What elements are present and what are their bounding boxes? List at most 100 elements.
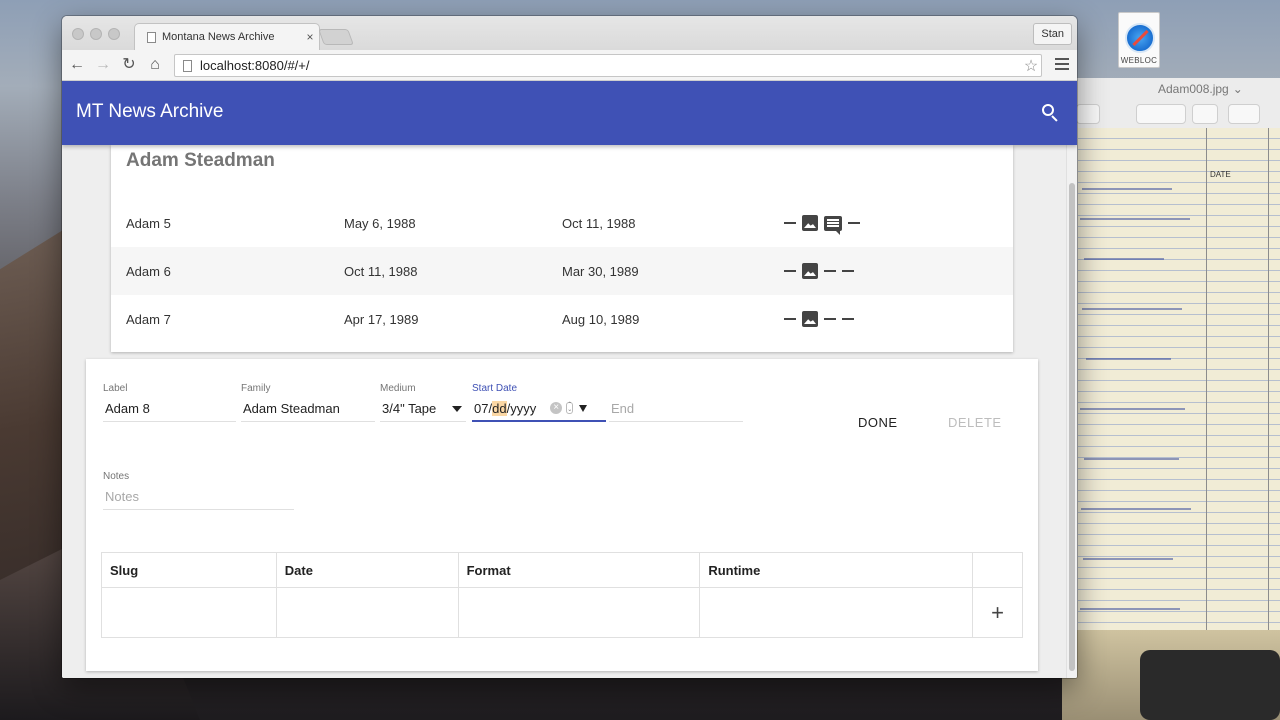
address-bar[interactable]: localhost:8080/#/+/ ☆: [174, 54, 1042, 77]
scrollbar-thumb[interactable]: [1069, 183, 1075, 671]
family-field[interactable]: Family Adam Steadman: [241, 383, 375, 422]
back-arrow-icon[interactable]: ←: [67, 55, 87, 75]
dash-icon: [824, 270, 836, 272]
end-date-input[interactable]: End: [609, 396, 743, 422]
date-day-segment[interactable]: dd: [492, 400, 507, 416]
chevron-down-icon[interactable]: ⌄: [1233, 82, 1243, 96]
notes-field-label: Notes: [103, 471, 130, 482]
column-header-format[interactable]: Format: [457, 552, 701, 588]
tape-label: Adam 5: [126, 215, 171, 231]
profile-button[interactable]: Stan: [1033, 23, 1072, 45]
rotate-icon[interactable]: [1192, 104, 1218, 124]
home-icon[interactable]: ⌂: [145, 55, 165, 75]
tape-start-date: Oct 11, 1988: [344, 263, 418, 279]
start-date-field[interactable]: Start Date 07 / dd / yyyy × ⌃ ⌄: [472, 383, 606, 422]
delete-button[interactable]: DELETE: [948, 415, 1002, 430]
label-field-label: Label: [103, 383, 128, 394]
minimize-window-button[interactable]: [90, 28, 102, 40]
dash-icon: [842, 270, 854, 272]
tape-end-date: Mar 30, 1989: [562, 263, 639, 279]
date-spinner-icon[interactable]: ⌃ ⌄: [566, 402, 574, 414]
dash-icon: [842, 318, 854, 320]
new-tab-button[interactable]: [318, 29, 354, 45]
ledger-image: DATE: [1078, 128, 1280, 678]
clear-date-icon[interactable]: ×: [550, 402, 563, 414]
column-header-actions: [972, 552, 1023, 588]
family-input[interactable]: Adam Steadman: [241, 396, 375, 422]
notes-input[interactable]: Notes: [103, 484, 294, 510]
tape-end-date: Oct 11, 1988: [562, 215, 636, 231]
close-icon[interactable]: ×: [301, 30, 319, 44]
app-bar: MT News Archive: [62, 81, 1077, 145]
medium-value: 3/4" Tape: [382, 401, 437, 416]
scrollbar[interactable]: [1066, 145, 1077, 678]
add-slug-button[interactable]: +: [972, 587, 1023, 638]
date-picker-dropdown-icon[interactable]: [579, 404, 588, 412]
tab-title: Montana News Archive: [162, 31, 275, 43]
notes-field[interactable]: Notes Notes: [103, 471, 294, 510]
tape-status-icons: [784, 263, 854, 279]
browser-window: Montana News Archive × Stan ← → ↻ ⌂ loca…: [62, 16, 1077, 678]
preview-window: Adam008.jpg ⌄ DATE: [1062, 78, 1280, 720]
share-icon[interactable]: [1076, 104, 1100, 124]
dash-icon: [784, 270, 796, 272]
label-field[interactable]: Label Adam 8: [103, 383, 236, 422]
done-button[interactable]: DONE: [858, 415, 898, 430]
app-title: MT News Archive: [76, 101, 224, 122]
markup-icon[interactable]: [1136, 104, 1186, 124]
date-year-segment[interactable]: yyyy: [510, 401, 536, 416]
start-date-input[interactable]: 07 / dd / yyyy × ⌃ ⌄: [472, 396, 606, 422]
ledger-date-header: DATE: [1210, 170, 1231, 179]
tape-window: [1140, 650, 1280, 720]
end-date-field[interactable]: End: [609, 383, 743, 422]
new-slug-cell[interactable]: [101, 587, 277, 638]
close-window-button[interactable]: [72, 28, 84, 40]
column-header-slug[interactable]: Slug: [101, 552, 277, 588]
dash-icon: [824, 318, 836, 320]
page-icon: [147, 31, 156, 43]
table-row[interactable]: Adam 6 Oct 11, 1988 Mar 30, 1989: [111, 247, 1013, 295]
family-field-label: Family: [241, 383, 271, 394]
forward-arrow-icon[interactable]: →: [93, 55, 113, 75]
new-runtime-cell[interactable]: [699, 587, 974, 638]
column-header-date[interactable]: Date: [275, 552, 459, 588]
tape-start-date: Apr 17, 1989: [344, 311, 419, 327]
safari-compass-icon: [1125, 23, 1155, 53]
preview-file-title: Adam008.jpg: [1158, 82, 1229, 96]
column-header-runtime[interactable]: Runtime: [699, 552, 974, 588]
url-text[interactable]: localhost:8080/#/+/: [200, 58, 1021, 73]
tape-edit-card: Label Adam 8 Family Adam Steadman Medium…: [86, 359, 1038, 671]
family-name: Adam Steadman: [126, 150, 275, 171]
new-format-cell[interactable]: [457, 587, 701, 638]
search-icon[interactable]: [1039, 101, 1063, 125]
new-date-cell[interactable]: [275, 587, 459, 638]
end-date-placeholder: End: [611, 401, 635, 416]
zoom-window-button[interactable]: [108, 28, 120, 40]
preview-titlebar: Adam008.jpg ⌄: [1062, 78, 1280, 100]
menu-icon[interactable]: [1055, 58, 1069, 73]
dropdown-arrow-icon[interactable]: [452, 405, 462, 412]
tape-status-icons: [784, 215, 860, 235]
bookmark-star-icon[interactable]: ☆: [1021, 56, 1041, 76]
tab-montana-news-archive[interactable]: Montana News Archive ×: [134, 23, 320, 50]
table-row: +: [101, 587, 1023, 638]
browser-toolbar: ← → ↻ ⌂ localhost:8080/#/+/ ☆: [62, 50, 1077, 81]
table-row[interactable]: Adam 5 May 6, 1988 Oct 11, 1988: [111, 199, 1013, 247]
dash-icon: [784, 222, 796, 224]
tape-label: Adam 6: [126, 263, 171, 279]
medium-field[interactable]: Medium 3/4" Tape: [380, 383, 466, 422]
app-viewport: Adam Steadman Adam 5 May 6, 1988 Oct 11,…: [62, 81, 1077, 678]
tape-label: Adam 7: [126, 311, 171, 327]
reload-icon[interactable]: ↻: [119, 55, 139, 75]
tape-status-icons: [784, 311, 854, 327]
image-icon: [802, 311, 818, 327]
slug-table: Slug Date Format Runtime +: [101, 552, 1023, 638]
dash-icon: [848, 222, 860, 224]
table-row[interactable]: Adam 7 Apr 17, 1989 Aug 10, 1989: [111, 295, 1013, 343]
page-icon: [183, 59, 192, 72]
medium-select[interactable]: 3/4" Tape: [380, 396, 466, 422]
family-card: Adam Steadman Adam 5 May 6, 1988 Oct 11,…: [111, 145, 1013, 352]
toolbox-icon[interactable]: [1228, 104, 1260, 124]
label-input[interactable]: Adam 8: [103, 396, 236, 422]
date-month-segment[interactable]: 07: [474, 401, 488, 416]
